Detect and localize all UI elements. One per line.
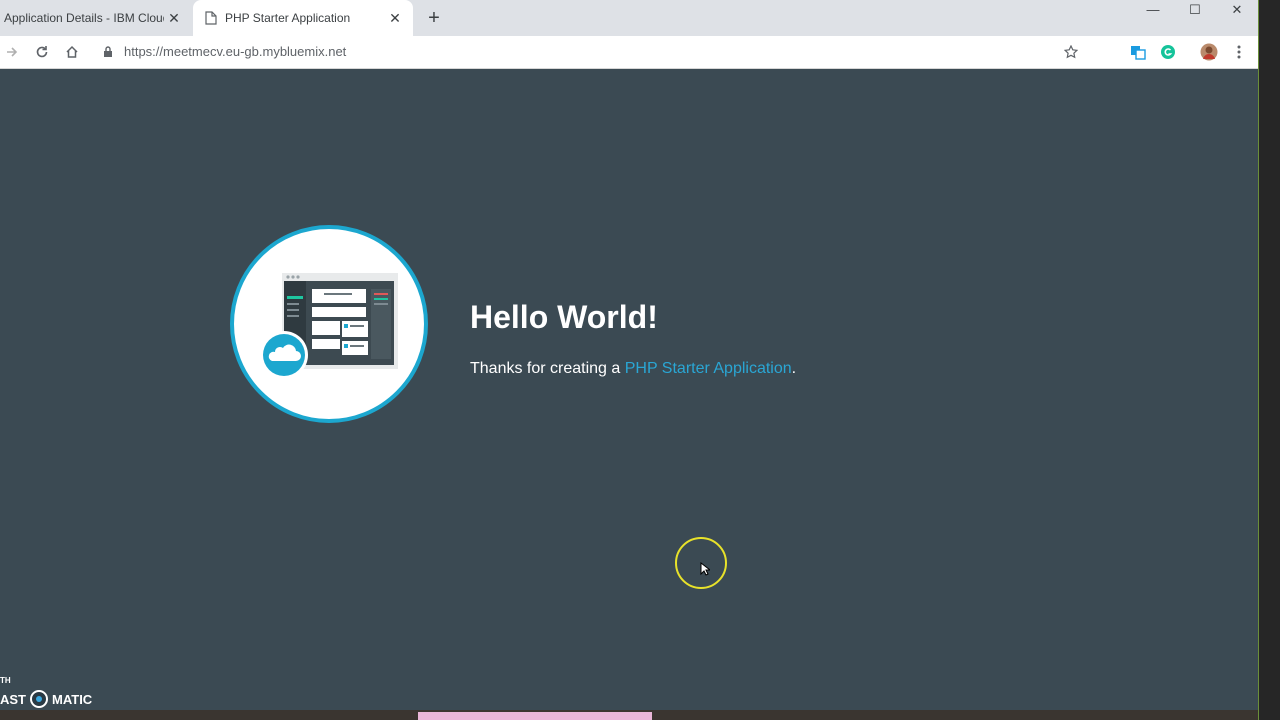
- page-content: Hello World! Thanks for creating a PHP S…: [0, 69, 1258, 710]
- taskbar-item[interactable]: [418, 712, 652, 720]
- watermark-right-text: MATIC: [52, 691, 93, 707]
- tab-php-starter[interactable]: PHP Starter Application ✕: [193, 0, 413, 36]
- browser-window: Application Details - IBM Cloud ✕ PHP St…: [0, 0, 1258, 710]
- app-illustration: [230, 225, 428, 423]
- tab-application-details[interactable]: Application Details - IBM Cloud ✕: [0, 0, 192, 36]
- minimize-button[interactable]: —: [1132, 0, 1174, 20]
- reload-icon[interactable]: [32, 42, 52, 62]
- close-icon[interactable]: ✕: [166, 10, 182, 26]
- close-icon[interactable]: ✕: [387, 10, 403, 26]
- page-heading: Hello World!: [470, 299, 658, 335]
- avatar[interactable]: [1199, 42, 1219, 62]
- watermark-left-text: AST: [0, 691, 26, 707]
- address-bar[interactable]: https://meetmecv.eu-gb.mybluemix.net: [124, 44, 346, 59]
- home-icon[interactable]: [62, 42, 82, 62]
- tab-strip: Application Details - IBM Cloud ✕ PHP St…: [0, 0, 1258, 36]
- new-tab-button[interactable]: +: [424, 8, 444, 28]
- menu-kebab-icon[interactable]: [1229, 42, 1249, 62]
- thanks-suffix: .: [791, 360, 797, 377]
- dashboard-illustration-icon: [260, 273, 398, 379]
- forward-icon[interactable]: [2, 42, 22, 62]
- php-starter-link[interactable]: PHP Starter Application: [625, 360, 792, 377]
- maximize-button[interactable]: ☐: [1174, 0, 1216, 20]
- lock-icon[interactable]: [100, 42, 116, 62]
- thanks-prefix: Thanks for creating a: [470, 360, 625, 377]
- browser-toolbar: https://meetmecv.eu-gb.mybluemix.net: [0, 36, 1258, 69]
- tab-title: PHP Starter Application: [225, 11, 351, 25]
- close-window-button[interactable]: ✕: [1216, 0, 1258, 20]
- translate-extension-icon[interactable]: [1128, 42, 1148, 62]
- thanks-message: Thanks for creating a PHP Starter Applic…: [470, 360, 796, 378]
- desktop-background: [1258, 0, 1280, 720]
- watermark-logo: AST MATIC: [0, 690, 92, 708]
- page-icon: [205, 11, 217, 25]
- bookmark-star-icon[interactable]: [1061, 42, 1081, 62]
- tab-title: Application Details - IBM Cloud: [4, 11, 164, 25]
- grammarly-icon[interactable]: [1158, 42, 1178, 62]
- record-icon: [30, 690, 48, 708]
- mouse-cursor-icon: [700, 562, 710, 576]
- watermark-top-text: TH: [0, 676, 11, 685]
